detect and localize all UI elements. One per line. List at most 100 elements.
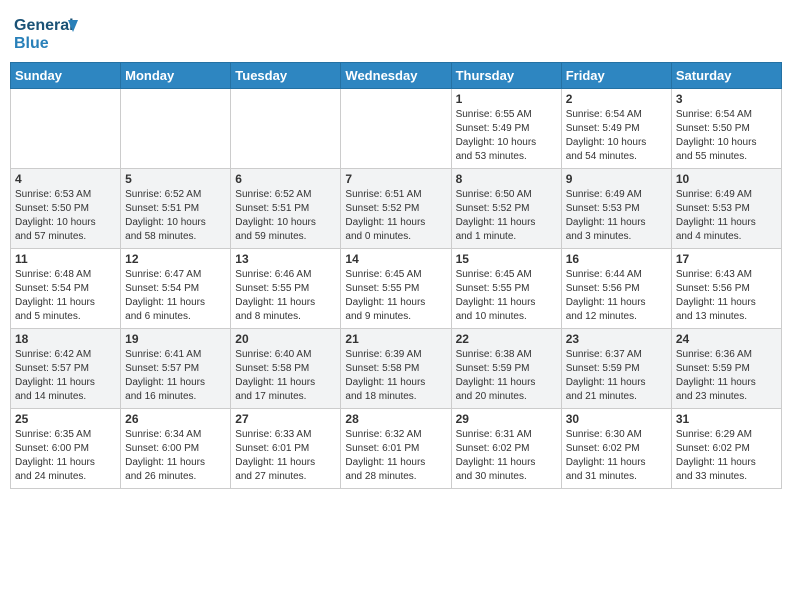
day-number: 2: [566, 92, 667, 106]
day-info: Sunrise: 6:50 AM Sunset: 5:52 PM Dayligh…: [456, 188, 557, 244]
day-number: 30: [566, 412, 667, 426]
calendar-cell: 30 Sunrise: 6:30 AM Sunset: 6:02 PM Dayli…: [561, 409, 671, 489]
weekday-header-sunday: Sunday: [11, 63, 121, 89]
calendar-cell: 11Sunrise: 6:48 AM Sunset: 5:54 PM Dayli…: [11, 249, 121, 329]
day-number: 14: [345, 252, 446, 266]
svg-text:General: General: [14, 17, 74, 34]
day-number: 1: [456, 92, 557, 106]
day-number: 29: [456, 412, 557, 426]
calendar-cell: 14 Sunrise: 6:45 AM Sunset: 5:55 PM Dayli…: [341, 249, 451, 329]
calendar-cell: 8 Sunrise: 6:50 AM Sunset: 5:52 PM Daylig…: [451, 169, 561, 249]
calendar-cell: 5Sunrise: 6:52 AM Sunset: 5:51 PM Daylig…: [121, 169, 231, 249]
day-number: 15: [456, 252, 557, 266]
calendar-cell: 26 Sunrise: 6:34 AM Sunset: 6:00 PM Dayli…: [121, 409, 231, 489]
day-info: Sunrise: 6:36 AM Sunset: 5:59 PM Dayligh…: [676, 348, 777, 404]
day-info: Sunrise: 6:31 AM Sunset: 6:02 PM Dayligh…: [456, 428, 557, 484]
day-info: Sunrise: 6:48 AM Sunset: 5:54 PM Dayligh…: [15, 268, 116, 324]
day-info: Sunrise: 6:49 AM Sunset: 5:53 PM Dayligh…: [566, 188, 667, 244]
day-number: 3: [676, 92, 777, 106]
day-info: Sunrise: 6:45 AM Sunset: 5:55 PM Dayligh…: [345, 268, 446, 324]
calendar-cell: 10Sunrise: 6:49 AM Sunset: 5:53 PM Dayli…: [671, 169, 781, 249]
calendar-cell: 24 Sunrise: 6:36 AM Sunset: 5:59 PM Dayli…: [671, 329, 781, 409]
day-number: 27: [235, 412, 336, 426]
calendar-cell: 28Sunrise: 6:32 AM Sunset: 6:01 PM Dayli…: [341, 409, 451, 489]
calendar-cell: 12 Sunrise: 6:47 AM Sunset: 5:54 PM Dayli…: [121, 249, 231, 329]
calendar-cell: 3 Sunrise: 6:54 AM Sunset: 5:50 PM Daylig…: [671, 89, 781, 169]
day-info: Sunrise: 6:52 AM Sunset: 5:51 PM Dayligh…: [235, 188, 336, 244]
calendar-cell: 18 Sunrise: 6:42 AM Sunset: 5:57 PM Dayli…: [11, 329, 121, 409]
day-number: 12: [125, 252, 226, 266]
calendar-week-row: 4 Sunrise: 6:53 AM Sunset: 5:50 PM Daylig…: [11, 169, 782, 249]
logo: GeneralBlue: [14, 10, 84, 54]
day-info: Sunrise: 6:39 AM Sunset: 5:58 PM Dayligh…: [345, 348, 446, 404]
calendar-cell: [341, 89, 451, 169]
calendar-cell: 27Sunrise: 6:33 AM Sunset: 6:01 PM Dayli…: [231, 409, 341, 489]
day-info: Sunrise: 6:44 AM Sunset: 5:56 PM Dayligh…: [566, 268, 667, 324]
day-info: Sunrise: 6:38 AM Sunset: 5:59 PM Dayligh…: [456, 348, 557, 404]
weekday-header-wednesday: Wednesday: [341, 63, 451, 89]
day-info: Sunrise: 6:47 AM Sunset: 5:54 PM Dayligh…: [125, 268, 226, 324]
calendar-week-row: 11Sunrise: 6:48 AM Sunset: 5:54 PM Dayli…: [11, 249, 782, 329]
day-number: 8: [456, 172, 557, 186]
logo-svg: GeneralBlue: [14, 10, 84, 54]
calendar-cell: 23 Sunrise: 6:37 AM Sunset: 5:59 PM Dayli…: [561, 329, 671, 409]
calendar-cell: 22 Sunrise: 6:38 AM Sunset: 5:59 PM Dayli…: [451, 329, 561, 409]
calendar-cell: 13Sunrise: 6:46 AM Sunset: 5:55 PM Dayli…: [231, 249, 341, 329]
day-info: Sunrise: 6:40 AM Sunset: 5:58 PM Dayligh…: [235, 348, 336, 404]
calendar-cell: 15Sunrise: 6:45 AM Sunset: 5:55 PM Dayli…: [451, 249, 561, 329]
calendar-cell: [121, 89, 231, 169]
day-number: 17: [676, 252, 777, 266]
calendar-cell: 29 Sunrise: 6:31 AM Sunset: 6:02 PM Dayli…: [451, 409, 561, 489]
page-header: GeneralBlue: [10, 10, 782, 54]
day-number: 31: [676, 412, 777, 426]
day-number: 26: [125, 412, 226, 426]
day-info: Sunrise: 6:54 AM Sunset: 5:49 PM Dayligh…: [566, 108, 667, 164]
weekday-header-monday: Monday: [121, 63, 231, 89]
calendar-week-row: 1 Sunrise: 6:55 AM Sunset: 5:49 PM Daylig…: [11, 89, 782, 169]
day-info: Sunrise: 6:49 AM Sunset: 5:53 PM Dayligh…: [676, 188, 777, 244]
day-number: 19: [125, 332, 226, 346]
day-info: Sunrise: 6:42 AM Sunset: 5:57 PM Dayligh…: [15, 348, 116, 404]
calendar-cell: 1 Sunrise: 6:55 AM Sunset: 5:49 PM Daylig…: [451, 89, 561, 169]
day-number: 23: [566, 332, 667, 346]
day-info: Sunrise: 6:53 AM Sunset: 5:50 PM Dayligh…: [15, 188, 116, 244]
day-info: Sunrise: 6:52 AM Sunset: 5:51 PM Dayligh…: [125, 188, 226, 244]
weekday-header-saturday: Saturday: [671, 63, 781, 89]
day-info: Sunrise: 6:46 AM Sunset: 5:55 PM Dayligh…: [235, 268, 336, 324]
calendar-cell: [11, 89, 121, 169]
day-info: Sunrise: 6:30 AM Sunset: 6:02 PM Dayligh…: [566, 428, 667, 484]
calendar-cell: 4 Sunrise: 6:53 AM Sunset: 5:50 PM Daylig…: [11, 169, 121, 249]
day-info: Sunrise: 6:32 AM Sunset: 6:01 PM Dayligh…: [345, 428, 446, 484]
day-number: 4: [15, 172, 116, 186]
calendar-cell: 20 Sunrise: 6:40 AM Sunset: 5:58 PM Dayli…: [231, 329, 341, 409]
weekday-header-row: SundayMondayTuesdayWednesdayThursdayFrid…: [11, 63, 782, 89]
calendar-week-row: 18 Sunrise: 6:42 AM Sunset: 5:57 PM Dayli…: [11, 329, 782, 409]
calendar-cell: 6Sunrise: 6:52 AM Sunset: 5:51 PM Daylig…: [231, 169, 341, 249]
day-number: 7: [345, 172, 446, 186]
day-number: 18: [15, 332, 116, 346]
weekday-header-tuesday: Tuesday: [231, 63, 341, 89]
day-number: 21: [345, 332, 446, 346]
day-info: Sunrise: 6:34 AM Sunset: 6:00 PM Dayligh…: [125, 428, 226, 484]
calendar-cell: [231, 89, 341, 169]
day-number: 16: [566, 252, 667, 266]
calendar-cell: 21 Sunrise: 6:39 AM Sunset: 5:58 PM Dayli…: [341, 329, 451, 409]
day-number: 22: [456, 332, 557, 346]
calendar-cell: 2 Sunrise: 6:54 AM Sunset: 5:49 PM Daylig…: [561, 89, 671, 169]
day-info: Sunrise: 6:54 AM Sunset: 5:50 PM Dayligh…: [676, 108, 777, 164]
weekday-header-thursday: Thursday: [451, 63, 561, 89]
day-info: Sunrise: 6:41 AM Sunset: 5:57 PM Dayligh…: [125, 348, 226, 404]
day-number: 25: [15, 412, 116, 426]
calendar-cell: 16 Sunrise: 6:44 AM Sunset: 5:56 PM Dayli…: [561, 249, 671, 329]
weekday-header-friday: Friday: [561, 63, 671, 89]
svg-text:Blue: Blue: [14, 35, 49, 52]
calendar-cell: 19 Sunrise: 6:41 AM Sunset: 5:57 PM Dayli…: [121, 329, 231, 409]
day-info: Sunrise: 6:55 AM Sunset: 5:49 PM Dayligh…: [456, 108, 557, 164]
day-info: Sunrise: 6:37 AM Sunset: 5:59 PM Dayligh…: [566, 348, 667, 404]
day-number: 20: [235, 332, 336, 346]
day-info: Sunrise: 6:51 AM Sunset: 5:52 PM Dayligh…: [345, 188, 446, 244]
day-info: Sunrise: 6:43 AM Sunset: 5:56 PM Dayligh…: [676, 268, 777, 324]
calendar-week-row: 25Sunrise: 6:35 AM Sunset: 6:00 PM Dayli…: [11, 409, 782, 489]
day-number: 24: [676, 332, 777, 346]
day-info: Sunrise: 6:29 AM Sunset: 6:02 PM Dayligh…: [676, 428, 777, 484]
